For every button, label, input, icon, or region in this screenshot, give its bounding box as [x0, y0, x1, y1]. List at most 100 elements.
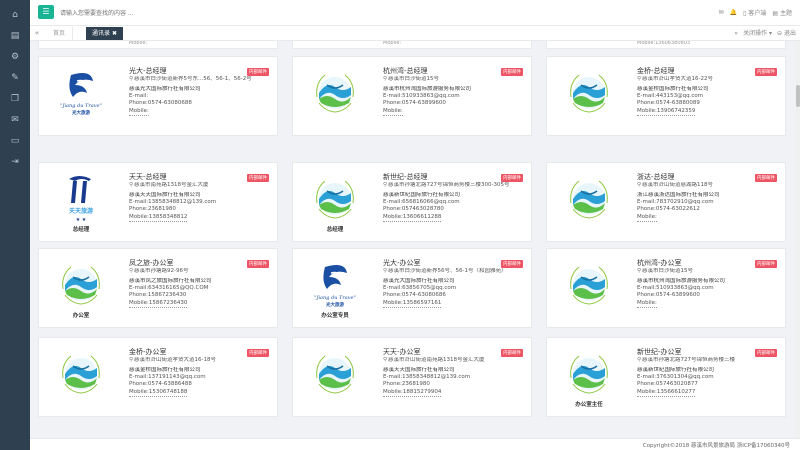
card-company: 慈溪金桥国际旅行社有限公司: [129, 367, 201, 373]
card-mobile: Mobile:15306748188: [129, 389, 188, 397]
card-email: E-mail:63856705@qq.com: [383, 285, 457, 291]
contact-card[interactable]: 浙达-总经理 内部邮件 ⚲慈溪市浒山街道慈湖路118号 浙江慈溪浙达国际旅行社有…: [546, 162, 786, 242]
close-ops-dropdown[interactable]: 关闭操作 ▾: [743, 27, 772, 40]
contact-card[interactable]: 杭州湾-办公室 内部邮件 ⚲慈溪市白沙街道15号 慈溪市杭州湾国际旅游服务有限公…: [546, 248, 786, 328]
card-company: 慈溪新世纪国际旅行社有限公司: [383, 192, 461, 198]
contact-card[interactable]: 总经理 新世纪-总经理 内部邮件 ⚲慈溪市孙塘北路727号锦恒商务楼三楼300-…: [292, 162, 532, 242]
internal-mail-badge[interactable]: 内部邮件: [247, 174, 269, 182]
travel-agency-logo-icon: [570, 266, 608, 305]
card-phone: Phone:057463028780: [383, 206, 444, 212]
card-info: 浙达-总经理 内部邮件 ⚲慈溪市浒山街道慈湖路118号 浙江慈溪浙达国际旅行社有…: [637, 173, 777, 222]
exit-icon[interactable]: ⇥: [0, 152, 30, 173]
card-info: 光大-办公室 内部邮件 ⚲慈溪市白沙街道新界56号、56-1号（和园雅苑） 慈溪…: [383, 259, 523, 308]
card-phone: Phone:0574-63880089: [637, 100, 700, 106]
close-icon[interactable]: ✖: [112, 30, 117, 37]
card-mobile: Mobile:: [637, 300, 657, 308]
travel-agency-logo-icon: [316, 355, 354, 394]
travel-agency-logo-icon: [316, 74, 354, 113]
map-pin-icon: ⚲: [129, 182, 134, 188]
travel-agency-logo-icon: [570, 180, 608, 219]
internal-mail-badge[interactable]: 内部邮件: [755, 68, 777, 76]
card-address-text: 慈溪市孙塘路92-96号: [134, 268, 189, 274]
card-address-text: 慈溪市南苑路1318号金汇大厦: [134, 182, 209, 188]
contact-card[interactable]: 金桥-办公室 内部邮件 ⚲慈溪市浒山街道孝贤大道16-18号 慈溪金桥国际旅行社…: [38, 337, 278, 417]
internal-mail-badge[interactable]: 内部邮件: [247, 260, 269, 268]
envelope-icon[interactable]: ✉: [719, 9, 724, 16]
card-address: ⚲慈溪市孙塘路92-96号: [129, 268, 269, 275]
card-info: 新世纪-办公室 内部邮件 ⚲慈溪市孙塘北路727号锦恒商务楼三楼 慈溪新世纪国际…: [637, 348, 777, 397]
card-email: E-mail:783702910@qq.com: [637, 199, 714, 205]
contact-card[interactable]: "Jiang du Trave" 光大旅游 办公室专员 光大-办公室 内部邮件 …: [292, 248, 532, 328]
card-role-caption: 办公室专员: [321, 313, 349, 319]
card-address: ⚲慈溪市孙塘北路727号锦恒商务楼三楼: [637, 357, 777, 364]
card-address: ⚲慈溪市浒山街道慈湖路118号: [637, 182, 777, 189]
map-pin-icon: ⚲: [129, 357, 134, 363]
home-icon[interactable]: ⌂: [0, 5, 30, 26]
internal-mail-badge[interactable]: 内部邮件: [501, 260, 523, 268]
svg-text:★ ★: ★ ★: [76, 217, 87, 223]
exit-button[interactable]: ⊖ 退出: [777, 27, 796, 40]
tab-scroll-left-icon[interactable]: «: [32, 28, 42, 39]
card-info: 天天-总经理 内部邮件 ⚲慈溪市南苑路1318号金汇大厦 慈溪天天国际旅行社有限…: [129, 173, 269, 222]
card-address: ⚲慈溪市南苑路1318号金汇大厦: [129, 182, 269, 189]
travel-agency-logo-icon: [62, 355, 100, 394]
card-company: 慈溪金桥国际旅行社有限公司: [637, 86, 709, 92]
tab-home[interactable]: 首页: [46, 27, 74, 40]
file-icon[interactable]: ❐: [0, 89, 30, 110]
contact-card[interactable]: 金桥-总经理 内部邮件 ⚲慈溪市浒山孝贤大道16-22号 慈溪金桥国际旅行社有限…: [546, 56, 786, 136]
tab-scroll-right-icon[interactable]: »: [734, 27, 738, 40]
tab-contacts[interactable]: 通讯录 ✖: [86, 27, 124, 40]
book-icon[interactable]: ▤: [0, 26, 30, 47]
internal-mail-badge[interactable]: 内部邮件: [247, 349, 269, 357]
internal-mail-badge[interactable]: 内部邮件: [755, 260, 777, 268]
card-info: 天天-办公室 内部邮件 ⚲慈溪市浒山街道南苑路1318号金汇大厦 慈溪天天国际旅…: [383, 348, 523, 397]
contact-card-partial: Mobile:: [38, 41, 278, 49]
card-mobile: Mobile:: [129, 108, 149, 116]
card-info: 金桥-办公室 内部邮件 ⚲慈溪市浒山街道孝贤大道16-18号 慈溪金桥国际旅行社…: [129, 348, 269, 397]
travel-agency-logo-icon: [570, 74, 608, 113]
card-phone: Phone:0574-63899600: [637, 292, 700, 298]
scrollbar-thumb[interactable]: [796, 85, 800, 107]
internal-mail-badge[interactable]: 内部邮件: [755, 174, 777, 182]
card-address-text: 慈溪市白沙街道15号: [642, 268, 694, 274]
edit-icon[interactable]: ✎: [0, 68, 30, 89]
card-mobile: Mobile:13906742359: [637, 108, 696, 116]
card-mobile: Mobile:15867236430: [129, 300, 188, 308]
internal-mail-badge[interactable]: 内部邮件: [501, 68, 523, 76]
map-pin-icon: ⚲: [637, 76, 642, 82]
card-company: 慈溪光大国际旅行社有限公司: [383, 278, 455, 284]
card-phone: Phone:0574-63080686: [383, 292, 446, 298]
contact-card[interactable]: 办公室主任 新世纪-办公室 内部邮件 ⚲慈溪市孙塘北路727号锦恒商务楼三楼 慈…: [546, 337, 786, 417]
gear-icon[interactable]: ⚙: [0, 47, 30, 68]
bell-icon[interactable]: 🔔: [730, 9, 737, 16]
guangda-logo-text: "Jiang du Trave": [314, 295, 356, 301]
theme-link[interactable]: ▤ 主题: [772, 8, 792, 17]
contact-card[interactable]: 天天-办公室 内部邮件 ⚲慈溪市浒山街道南苑路1318号金汇大厦 慈溪天天国际旅…: [292, 337, 532, 417]
search-input[interactable]: [60, 6, 360, 20]
card-phone: Phone:0574-63899600: [383, 100, 446, 106]
internal-mail-badge[interactable]: 内部邮件: [247, 68, 269, 76]
card-logo: [559, 173, 619, 237]
scrollbar[interactable]: [796, 41, 800, 438]
card-address: ⚲慈溪市白沙街道15号: [637, 268, 777, 275]
internal-mail-badge[interactable]: 内部邮件: [755, 349, 777, 357]
contact-card[interactable]: 办公室 凤之旅-办公室 内部邮件 ⚲慈溪市孙塘路92-96号 慈溪市凤之旅国际旅…: [38, 248, 278, 328]
menu-toggle-button[interactable]: ☰: [38, 5, 54, 19]
card-email: E-mail:13858348812@139.com: [383, 374, 471, 380]
contact-card[interactable]: 天天旅游 ★ ★ 总经理 天天-总经理 内部邮件 ⚲慈溪市南苑路1318号金汇大…: [38, 162, 278, 242]
card-address-text: 慈溪市浒山街道慈湖路118号: [642, 182, 714, 188]
contact-card[interactable]: 杭州湾-总经理 内部邮件 ⚲慈溪市白沙街道15号 慈溪市杭州湾国际旅游服务有限公…: [292, 56, 532, 136]
card-role-caption: 总经理: [326, 227, 344, 233]
contact-card[interactable]: "Jiang du Trave" 光大旅游 光大-总经理 内部邮件 ⚲慈溪市白沙…: [38, 56, 278, 136]
card-mobile: Mobile:13606611288: [383, 214, 442, 222]
travel-agency-logo-icon: [316, 180, 354, 219]
internal-mail-badge[interactable]: 内部邮件: [501, 174, 523, 182]
internal-mail-badge[interactable]: 内部邮件: [501, 349, 523, 357]
card-mobile: Mobile:18815279904: [383, 389, 442, 397]
monitor-icon[interactable]: ▭: [0, 131, 30, 152]
mail-icon[interactable]: ✉: [0, 110, 30, 131]
card-phone: Phone:0574-63022612: [637, 206, 700, 212]
card-logo: [559, 259, 619, 323]
client-link[interactable]: ▯ 客户端: [743, 8, 766, 17]
map-pin-icon: ⚲: [383, 357, 388, 363]
